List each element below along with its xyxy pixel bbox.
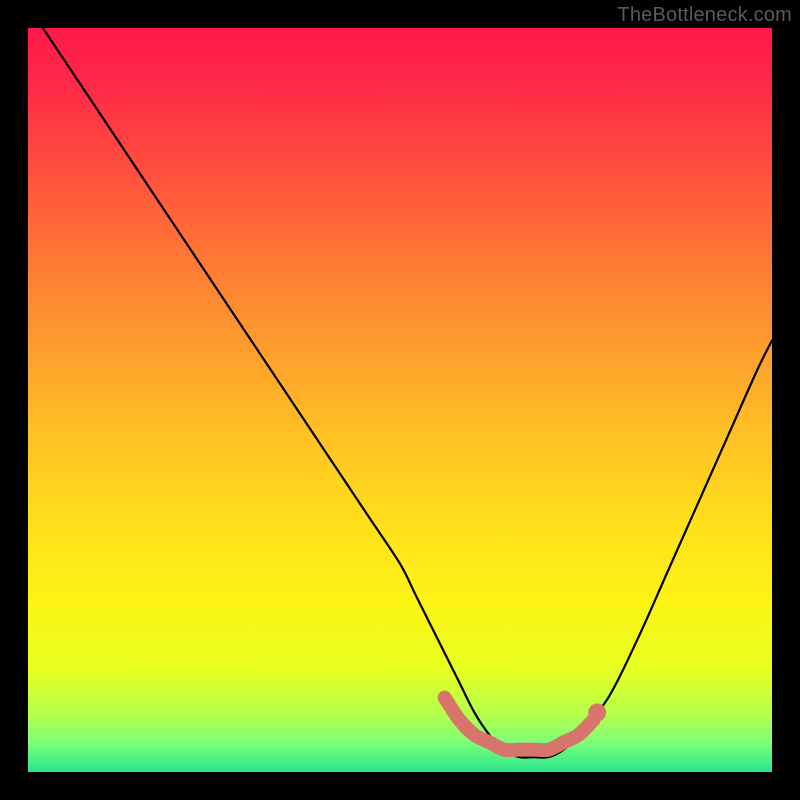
plot-area — [28, 28, 772, 772]
chart-frame: TheBottleneck.com — [0, 0, 800, 800]
watermark-text: TheBottleneck.com — [617, 4, 792, 27]
gradient-background — [28, 28, 772, 772]
optimal-zone-end-dot — [588, 703, 606, 721]
plot-svg — [28, 28, 772, 772]
